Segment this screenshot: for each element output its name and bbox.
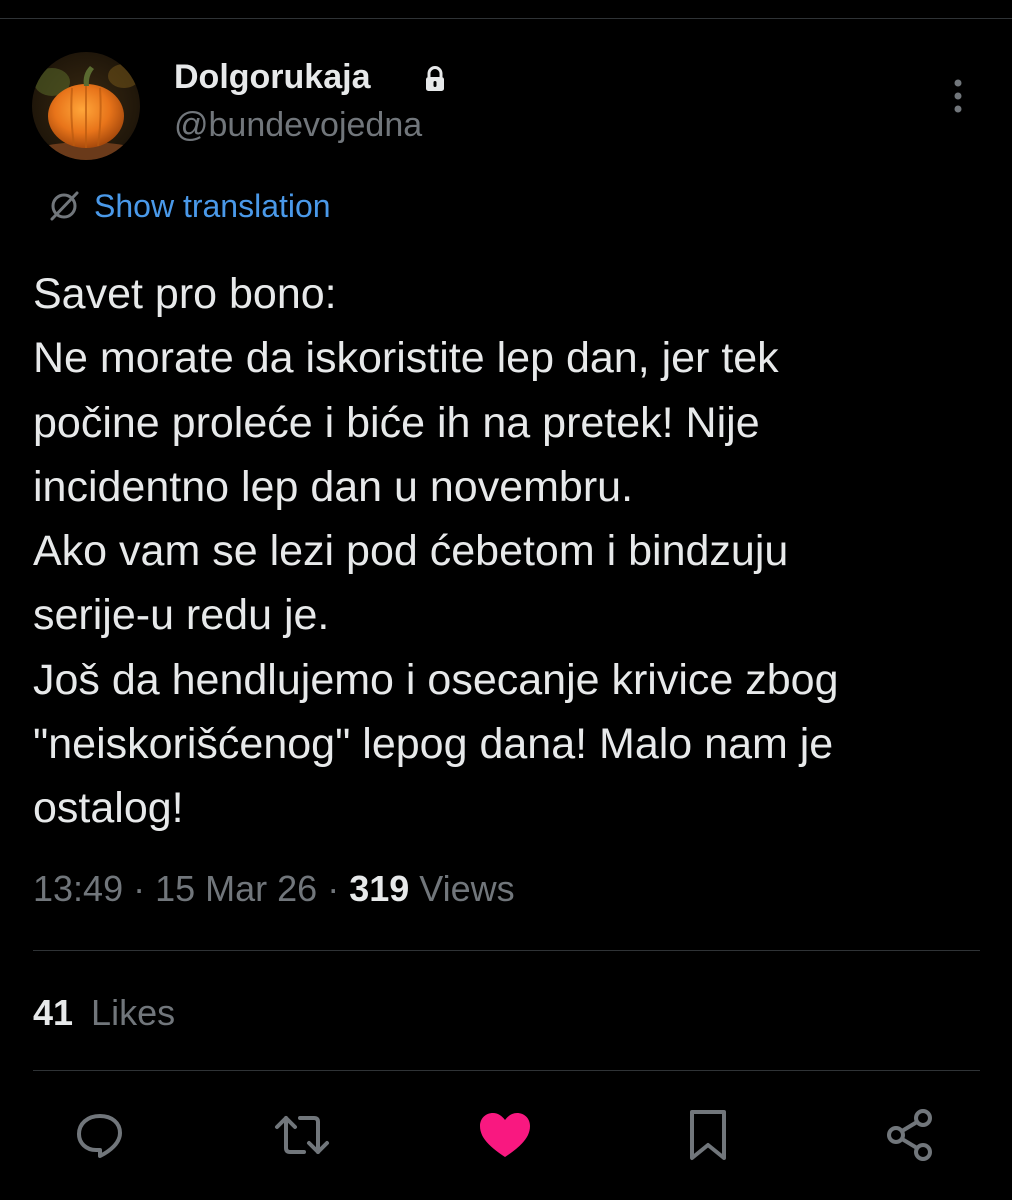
user-handle[interactable]: @bundevojedna xyxy=(174,106,422,145)
translate-icon xyxy=(50,191,79,221)
tweet-date[interactable]: 15 Mar 26 xyxy=(155,868,317,909)
bookmark-button[interactable] xyxy=(678,1108,738,1162)
more-options-icon[interactable] xyxy=(946,76,970,116)
tweet-text: Savet pro bono: Ne morate da iskoristite… xyxy=(33,262,983,841)
likes-count: 41 xyxy=(33,992,74,1033)
views-label: Views xyxy=(419,868,515,909)
like-button[interactable] xyxy=(475,1108,535,1162)
tweet-time[interactable]: 13:49 xyxy=(33,868,123,909)
tweet-line: incidentno lep dan u novembru. xyxy=(33,462,634,511)
tweet-line: ostalog! xyxy=(33,784,184,833)
tweet-line: počine proleće i biće ih na pretek! Nije xyxy=(33,398,760,447)
display-name[interactable]: Dolgorukaja xyxy=(174,58,370,97)
top-divider xyxy=(0,18,1012,19)
share-icon xyxy=(887,1109,932,1161)
bookmark-icon xyxy=(690,1110,726,1160)
tweet-line: Ne morate da iskoristite lep dan, jer te… xyxy=(33,334,779,383)
tweet-line: Savet pro bono: xyxy=(33,270,337,318)
divider xyxy=(33,950,980,951)
meta-separator: · xyxy=(123,868,156,909)
divider xyxy=(33,1070,980,1071)
likes-stat[interactable]: 41 Likes xyxy=(33,992,175,1034)
retweet-icon xyxy=(275,1116,329,1154)
tweet-line: serije-u redu je. xyxy=(33,591,330,640)
views-count: 319 xyxy=(349,868,410,909)
tweet-line: "neiskorišćenog" lepog dana! Malo nam je xyxy=(33,720,834,769)
show-translation-button[interactable]: Show translation xyxy=(44,184,331,228)
share-button[interactable] xyxy=(880,1108,940,1162)
heart-icon xyxy=(480,1113,530,1157)
lock-icon xyxy=(426,66,444,91)
reply-button[interactable] xyxy=(70,1108,130,1162)
reply-icon xyxy=(77,1114,122,1158)
avatar[interactable] xyxy=(32,52,140,160)
tweet-line: Ako vam se lezi pod ćebetom i bindzuju xyxy=(33,527,789,576)
meta-separator: · xyxy=(317,868,350,909)
retweet-button[interactable] xyxy=(272,1108,332,1162)
tweet-line: Još da hendlujemo i osecanje krivice zbo… xyxy=(33,655,839,704)
tweet-meta: 13:49 · 15 Mar 26 · 319 Views xyxy=(33,868,515,910)
show-translation-label: Show translation xyxy=(94,187,331,224)
likes-label: Likes xyxy=(91,992,176,1033)
pumpkin-avatar-image xyxy=(32,52,140,160)
